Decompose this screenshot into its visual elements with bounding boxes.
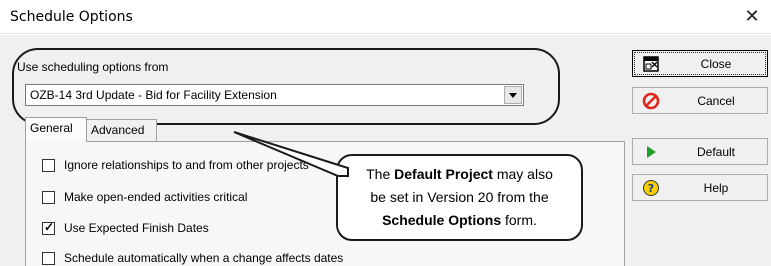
option-label: Use Expected Finish Dates <box>64 221 209 235</box>
play-triangle-icon <box>647 146 656 158</box>
tab-advanced[interactable]: Advanced <box>86 119 157 141</box>
option-label: Schedule automatically when a change aff… <box>64 251 344 265</box>
scheduling-project-dropdown[interactable]: OZB-14 3rd Update - Bid for Facility Ext… <box>25 84 524 106</box>
close-button-label: Close <box>700 57 732 71</box>
cancel-button-label: Cancel <box>697 94 735 108</box>
check-mark-icon: ✓ <box>44 220 55 234</box>
window-close-icon <box>643 56 659 72</box>
no-entry-icon <box>642 92 660 110</box>
callout-line-2: be set in Version 20 from the <box>370 189 549 205</box>
chevron-down-icon[interactable] <box>504 86 522 104</box>
option-label: Make open-ended activities critical <box>64 190 248 204</box>
checkbox[interactable] <box>42 191 55 204</box>
callout-line-3: Schedule Options form. <box>382 212 537 228</box>
checkbox-checked[interactable]: ✓ <box>42 220 55 235</box>
svg-text:?: ? <box>648 182 654 195</box>
cancel-button[interactable]: Cancel <box>632 87 768 114</box>
tab-general[interactable]: General <box>25 117 87 142</box>
info-callout: The Default Project may also be set in V… <box>336 154 583 241</box>
default-button-label: Default <box>696 145 736 159</box>
selected-project-value: OZB-14 3rd Update - Bid for Facility Ext… <box>30 88 277 102</box>
question-icon: ? <box>643 180 659 196</box>
checkbox[interactable] <box>42 159 55 172</box>
window-title: Schedule Options <box>10 9 133 25</box>
scheduling-options-label: Use scheduling options from <box>17 60 169 74</box>
callout-pointer <box>233 131 349 177</box>
callout-line-1: The Default Project may also <box>366 166 553 182</box>
help-button-label: Help <box>703 181 729 195</box>
default-button[interactable]: Default <box>632 138 768 165</box>
close-button[interactable]: Close <box>632 50 768 77</box>
help-button[interactable]: ? Help <box>632 174 768 201</box>
window-close-button[interactable]: ✕ <box>739 6 765 28</box>
title-bar: Schedule Options ✕ <box>0 0 771 34</box>
checkbox[interactable] <box>42 252 55 265</box>
